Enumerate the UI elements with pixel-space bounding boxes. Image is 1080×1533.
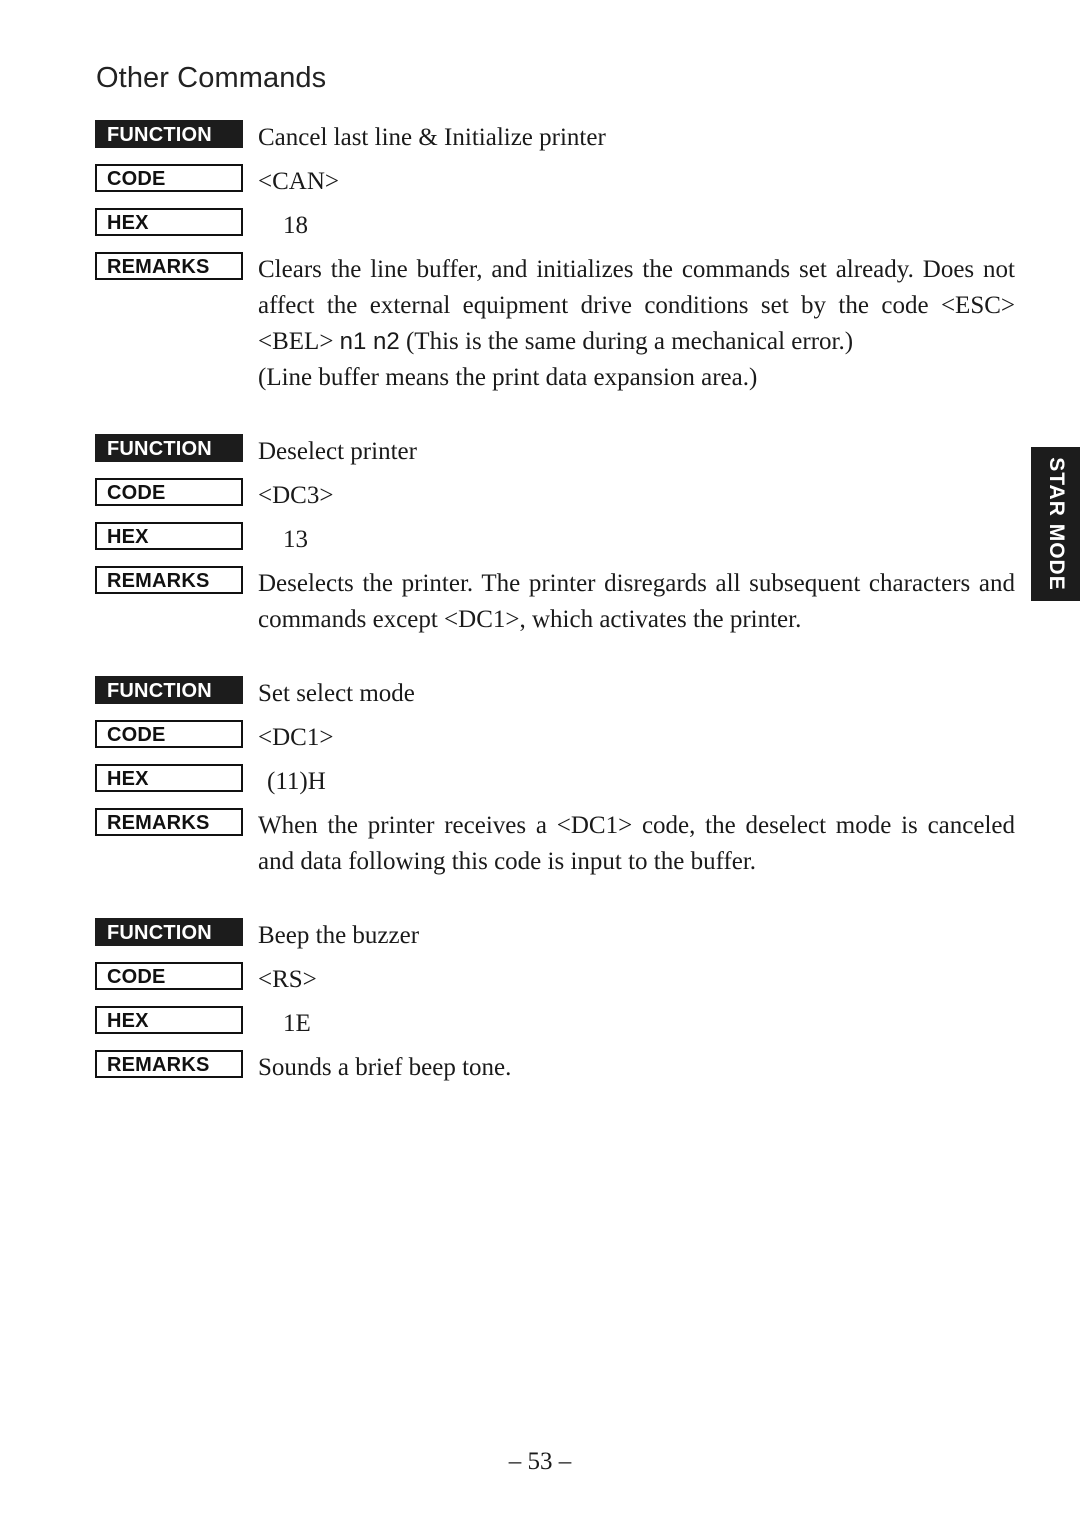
section-thumb-tab-label: STAR MODE (1044, 457, 1068, 591)
hex-tag: HEX (95, 208, 243, 236)
remarks-row: REMARKS Clears the line buffer, and init… (0, 252, 1080, 396)
hex-tag: HEX (95, 522, 243, 550)
function-tag: FUNCTION (95, 676, 243, 704)
code-row: CODE <DC3> (0, 478, 1080, 514)
remarks-label-cell: REMARKS (95, 808, 243, 836)
function-row: FUNCTION Beep the buzzer (0, 918, 1080, 954)
remarks-label-cell: REMARKS (95, 566, 243, 594)
function-tag: FUNCTION (95, 120, 243, 148)
code-tag: CODE (95, 164, 243, 192)
function-row: FUNCTION Set select mode (0, 676, 1080, 712)
remarks-value: When the printer receives a <DC1> code, … (243, 808, 1080, 880)
remarks-parameter-names: n1 n2 (339, 328, 400, 355)
code-row: CODE <DC1> (0, 720, 1080, 756)
function-label-cell: FUNCTION (95, 434, 243, 462)
remarks-label-cell: REMARKS (95, 1050, 243, 1078)
function-value: Beep the buzzer (258, 922, 420, 949)
command-block: FUNCTION Cancel last line & Initialize p… (0, 120, 1080, 396)
hex-label-cell: HEX (95, 764, 243, 792)
function-value: Cancel last line & Initialize printer (258, 124, 606, 151)
function-label-cell: FUNCTION (95, 676, 243, 704)
hex-tag: HEX (95, 1006, 243, 1034)
remarks-paragraph: Deselects the printer. The printer disre… (258, 570, 1015, 633)
command-block: FUNCTION Set select mode CODE <DC1> HEX … (0, 676, 1080, 880)
hex-label-cell: HEX (95, 208, 243, 236)
function-value: Set select mode (258, 680, 415, 707)
remarks-tag: REMARKS (95, 566, 243, 594)
command-block: FUNCTION Beep the buzzer CODE <RS> HEX 1… (0, 918, 1080, 1086)
code-value: <DC3> (258, 482, 334, 509)
hex-row: HEX (11)H (0, 764, 1080, 800)
remarks-value: Clears the line buffer, and initializes … (243, 252, 1080, 396)
remarks-row: REMARKS Sounds a brief beep tone. (0, 1050, 1080, 1086)
remarks-paragraph: Clears the line buffer, and initializes … (258, 252, 1015, 360)
remarks-paragraph-2: (Line buffer means the print data expans… (258, 364, 758, 391)
hex-value: 18 (283, 212, 308, 239)
remarks-value: Sounds a brief beep tone. (243, 1050, 1080, 1086)
remarks-tag: REMARKS (95, 808, 243, 836)
remarks-row: REMARKS When the printer receives a <DC1… (0, 808, 1080, 880)
code-row: CODE <RS> (0, 962, 1080, 998)
command-list: FUNCTION Cancel last line & Initialize p… (0, 120, 1080, 1124)
remarks-tag: REMARKS (95, 1050, 243, 1078)
hex-value: (11)H (267, 768, 326, 795)
hex-row: HEX 18 (0, 208, 1080, 244)
remarks-value: Deselects the printer. The printer disre… (243, 566, 1080, 638)
code-label-cell: CODE (95, 164, 243, 192)
code-label-cell: CODE (95, 962, 243, 990)
function-label-cell: FUNCTION (95, 918, 243, 946)
page-title: Other Commands (96, 62, 327, 94)
hex-row: HEX 13 (0, 522, 1080, 558)
code-tag: CODE (95, 478, 243, 506)
hex-value: 1E (283, 1010, 311, 1037)
command-block: FUNCTION Deselect printer CODE <DC3> HEX… (0, 434, 1080, 638)
code-tag: CODE (95, 962, 243, 990)
hex-value: 13 (283, 526, 308, 553)
remarks-paragraph: Sounds a brief beep tone. (258, 1054, 512, 1081)
remarks-label-cell: REMARKS (95, 252, 243, 280)
code-row: CODE <CAN> (0, 164, 1080, 200)
document-page: Other Commands FUNCTION Cancel last line… (0, 0, 1080, 1533)
remarks-row: REMARKS Deselects the printer. The print… (0, 566, 1080, 638)
code-tag: CODE (95, 720, 243, 748)
function-tag: FUNCTION (95, 434, 243, 462)
function-row: FUNCTION Cancel last line & Initialize p… (0, 120, 1080, 156)
code-value: <RS> (258, 966, 317, 993)
code-label-cell: CODE (95, 478, 243, 506)
function-tag: FUNCTION (95, 918, 243, 946)
code-value: <CAN> (258, 168, 339, 195)
code-label-cell: CODE (95, 720, 243, 748)
function-value: Deselect printer (258, 438, 417, 465)
hex-row: HEX 1E (0, 1006, 1080, 1042)
hex-tag: HEX (95, 764, 243, 792)
remarks-text-part-b: (This is the same during a mechanical er… (399, 328, 854, 355)
function-label-cell: FUNCTION (95, 120, 243, 148)
hex-label-cell: HEX (95, 1006, 243, 1034)
remarks-paragraph: When the printer receives a <DC1> code, … (258, 812, 1015, 875)
hex-label-cell: HEX (95, 522, 243, 550)
function-row: FUNCTION Deselect printer (0, 434, 1080, 470)
section-thumb-tab: STAR MODE (1031, 447, 1080, 601)
remarks-tag: REMARKS (95, 252, 243, 280)
code-value: <DC1> (258, 724, 334, 751)
page-number: – 53 – (508, 1448, 572, 1475)
